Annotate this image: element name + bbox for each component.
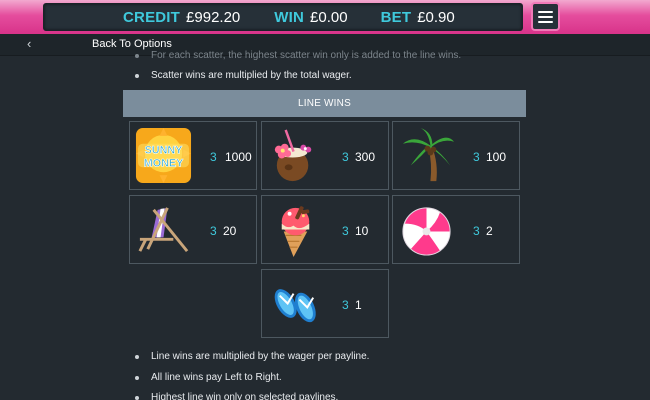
hamburger-icon xyxy=(538,10,553,13)
paytable-cell: 3 100 xyxy=(392,121,520,190)
partial-rule-text: For each scatter, the highest scatter wi… xyxy=(135,50,461,61)
symbol-count: 3 xyxy=(210,150,217,164)
symbol-payout: 10 xyxy=(355,224,369,238)
paytable-cell: SUNNY MONEY 3 1000 xyxy=(129,121,257,190)
menu-button[interactable] xyxy=(531,2,560,31)
symbol-payout: 1 xyxy=(355,298,362,312)
paytable-cell: 3 10 xyxy=(261,195,389,264)
top-bar: CREDIT £992.20 WIN £0.00 BET £0.90 xyxy=(0,0,650,34)
bullet-icon xyxy=(135,395,139,400)
symbol-count: 3 xyxy=(342,150,349,164)
symbol-payout: 1000 xyxy=(225,150,252,164)
symbol-count: 3 xyxy=(473,224,480,238)
paytable-cell: 3 20 xyxy=(129,195,257,264)
symbol-payout: 300 xyxy=(355,150,376,164)
paytable-cell: 3 2 xyxy=(392,195,520,264)
rule-item: Line wins are multiplied by the wager pe… xyxy=(135,351,369,362)
paytable-cell: 3 300 xyxy=(261,121,389,190)
credit-value: £992.20 xyxy=(186,8,241,26)
symbol-payout: 2 xyxy=(486,224,493,238)
balance-panel: CREDIT £992.20 WIN £0.00 BET £0.90 xyxy=(43,3,523,31)
bet-value: £0.90 xyxy=(417,8,455,26)
bullet-icon xyxy=(135,354,139,359)
bet-label: BET xyxy=(380,8,412,26)
credit-label: CREDIT xyxy=(123,8,181,26)
rule-item: Highest line win only on selected paylin… xyxy=(135,392,338,400)
chevron-left-icon[interactable]: ‹ xyxy=(27,36,31,51)
palm-tree-icon xyxy=(402,127,455,182)
flip-flops-icon xyxy=(274,289,316,323)
back-to-options-link[interactable]: Back To Options xyxy=(92,38,172,50)
symbol-payout: 20 xyxy=(223,224,237,238)
svg-text:SUNNY: SUNNY xyxy=(145,145,184,157)
ice-cream-icon xyxy=(281,206,310,258)
symbol-count: 3 xyxy=(342,298,349,312)
bullet-icon xyxy=(135,73,139,78)
rule-item: Scatter wins are multiplied by the total… xyxy=(135,70,352,81)
sunny-money-icon: SUNNY MONEY xyxy=(135,127,192,184)
deck-chair-icon xyxy=(138,207,189,253)
bullet-icon xyxy=(135,375,139,380)
symbol-count: 3 xyxy=(342,224,349,238)
beach-ball-icon xyxy=(402,207,451,256)
symbol-count: 3 xyxy=(210,224,217,238)
symbol-payout: 100 xyxy=(486,150,507,164)
coconut-drink-icon xyxy=(274,129,312,182)
rule-item: All line wins pay Left to Right. xyxy=(135,372,282,383)
paytable-cell: 3 1 xyxy=(261,269,389,338)
line-wins-header: LINE WINS xyxy=(123,90,526,117)
symbol-count: 3 xyxy=(473,150,480,164)
win-label: WIN xyxy=(274,8,305,26)
win-value: £0.00 xyxy=(310,8,348,26)
svg-text:MONEY: MONEY xyxy=(144,157,184,169)
